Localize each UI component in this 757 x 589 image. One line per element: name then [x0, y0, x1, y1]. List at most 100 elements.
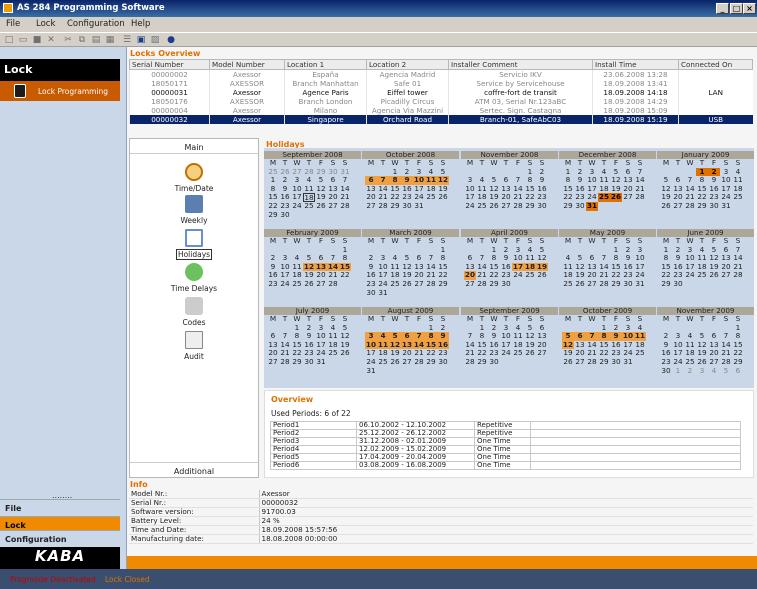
day-cell[interactable]: 31	[622, 357, 634, 367]
new-icon[interactable]: □	[3, 34, 15, 46]
day-cell[interactable]: 25	[327, 349, 339, 358]
day-cell[interactable]: 25	[476, 201, 488, 211]
day-cell[interactable]: 27	[574, 357, 586, 367]
copy-icon[interactable]: ⧉	[76, 34, 88, 46]
day-cell[interactable]: 31	[413, 201, 425, 211]
day-cell[interactable]: 25	[732, 193, 744, 202]
day-cell[interactable]: 28	[339, 202, 351, 211]
day-cell[interactable]: 29	[610, 279, 622, 289]
lock-row[interactable]: 00000004 Axessor Milano Agencia Via Mazzini…	[129, 106, 753, 115]
day-cell[interactable]: 24	[500, 349, 512, 358]
day-cell[interactable]: 26	[303, 279, 315, 289]
tab-time-delays[interactable]: Time Delays	[130, 263, 258, 293]
day-cell[interactable]: 25	[524, 271, 536, 280]
day-cell[interactable]: 30	[279, 210, 291, 220]
day-cell[interactable]: 30	[365, 288, 377, 298]
col-install-time[interactable]: Install Time	[592, 59, 679, 70]
paste-icon[interactable]: ▤	[90, 34, 102, 46]
tab-weekly[interactable]: Weekly	[130, 195, 258, 225]
day-cell[interactable]: 30	[708, 201, 720, 211]
day-cell[interactable]: 29	[598, 357, 610, 367]
day-cell[interactable]: 30	[672, 279, 684, 289]
day-cell[interactable]: 26	[562, 357, 574, 367]
day-cell[interactable]: 29	[488, 279, 500, 289]
day-cell[interactable]: 24	[279, 279, 291, 289]
menu-file[interactable]: File	[6, 19, 20, 29]
day-cell[interactable]: 30	[437, 357, 449, 367]
maximize-button[interactable]: □	[730, 3, 743, 14]
day-cell[interactable]: 27	[413, 279, 425, 289]
day-cell[interactable]: 28	[586, 357, 598, 367]
day-cell[interactable]: 27	[622, 193, 634, 202]
open-icon[interactable]: ▭	[17, 34, 29, 46]
delete-icon[interactable]: ✕	[45, 34, 57, 46]
day-cell[interactable]: 27	[672, 201, 684, 211]
day-cell[interactable]: 26	[574, 279, 586, 289]
day-cell[interactable]: 26	[339, 349, 351, 358]
day-cell[interactable]: 6	[732, 366, 744, 376]
day-cell[interactable]: 31	[634, 279, 646, 289]
tab-time-date[interactable]: Time/Date	[130, 163, 258, 193]
cut-icon[interactable]: ✂	[62, 34, 74, 46]
close-button[interactable]: ×	[743, 3, 756, 14]
print-icon[interactable]: ▦	[104, 34, 116, 46]
day-cell[interactable]: 29	[267, 210, 279, 220]
day-cell[interactable]: 28	[425, 279, 437, 289]
day-cell[interactable]: 28	[377, 201, 389, 211]
day-cell[interactable]: 27	[536, 349, 548, 358]
col-location2[interactable]: Location 2	[366, 59, 449, 70]
day-cell[interactable]: 24	[464, 201, 476, 211]
day-cell[interactable]: 28	[732, 271, 744, 280]
period-row[interactable]: Period6 03.08.2009 - 16.08.2009 One Time	[270, 461, 741, 470]
day-cell[interactable]: 26	[401, 279, 413, 289]
day-cell[interactable]: 22	[339, 271, 351, 280]
day-cell[interactable]: 29	[524, 201, 536, 211]
day-cell[interactable]: 11	[303, 184, 315, 194]
day-cell[interactable]: 31	[586, 201, 598, 211]
day-cell[interactable]: 28	[634, 193, 646, 202]
day-cell[interactable]: 30	[303, 357, 315, 367]
day-cell[interactable]: 25	[696, 271, 708, 280]
day-cell[interactable]: 29	[437, 279, 449, 289]
day-cell[interactable]: 27	[500, 201, 512, 211]
day-cell[interactable]: 30	[660, 366, 672, 376]
day-cell[interactable]: 26	[389, 357, 401, 367]
day-cell[interactable]: 25	[389, 279, 401, 289]
menu-lock[interactable]: Lock	[36, 19, 55, 29]
save-icon[interactable]: ■	[31, 34, 43, 46]
lock-row[interactable]: 18050171 AXESSOR Branch Manhattan Safe 01 Se…	[129, 79, 753, 88]
day-cell[interactable]: 25	[425, 193, 437, 202]
day-cell[interactable]: 29	[389, 201, 401, 211]
day-cell[interactable]: 27	[327, 202, 339, 211]
day-cell[interactable]: 31	[365, 366, 377, 376]
day-cell[interactable]: 27	[464, 279, 476, 289]
day-cell[interactable]: 28	[464, 357, 476, 367]
day-cell[interactable]: 26	[437, 193, 449, 202]
help-icon[interactable]: ●	[165, 34, 177, 46]
menu-help[interactable]: Help	[131, 19, 150, 29]
day-cell[interactable]: 26	[524, 349, 536, 358]
day-cell[interactable]: 26	[660, 201, 672, 211]
tab-holidays[interactable]: Holidays	[130, 229, 258, 260]
tab-codes[interactable]: Codes	[130, 297, 258, 327]
day-cell[interactable]: 3	[696, 366, 708, 376]
day-cell[interactable]: 5	[720, 366, 732, 376]
menu-configuration[interactable]: Configuration	[67, 19, 125, 29]
day-cell[interactable]: 23	[267, 279, 279, 289]
day-cell[interactable]: 31	[720, 201, 732, 211]
panel-splitter[interactable]	[120, 47, 127, 569]
day-cell[interactable]: 29	[476, 357, 488, 367]
day-cell[interactable]: 1	[672, 366, 684, 376]
lock-row[interactable]: 00000032 Axessor Singapore Orchard Road Bran…	[129, 115, 753, 124]
day-cell[interactable]: 27	[720, 271, 732, 280]
lock-programming-item[interactable]: Lock Programming	[0, 81, 120, 101]
day-cell[interactable]: 26	[708, 271, 720, 280]
day-cell[interactable]: 27	[586, 279, 598, 289]
tab-audit[interactable]: Audit	[130, 331, 258, 361]
day-cell[interactable]: 26	[536, 271, 548, 280]
day-cell[interactable]: 25	[562, 279, 574, 289]
day-cell[interactable]: 30	[488, 357, 500, 367]
day-cell[interactable]: 28	[327, 279, 339, 289]
config-icon[interactable]: ▨	[149, 34, 161, 46]
day-cell[interactable]: 28	[684, 201, 696, 211]
